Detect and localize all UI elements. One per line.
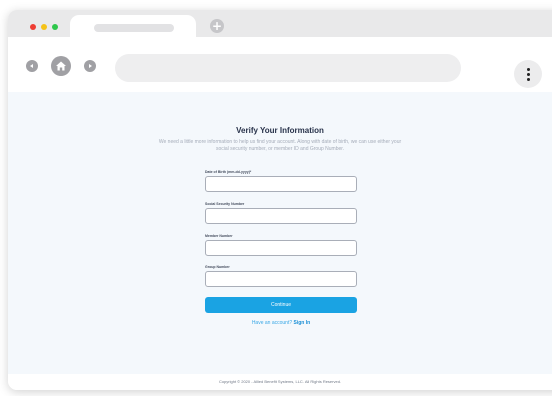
ssn-input[interactable] [205, 208, 357, 224]
close-window-button[interactable] [30, 24, 36, 30]
tab-strip: + [8, 10, 552, 42]
dob-label: Date of Birth (mm-dd-yyyy)* [205, 170, 252, 174]
browser-window: + Verify Your Information We need a litt… [8, 10, 552, 390]
page-title: Verify Your Information [236, 126, 324, 135]
page-content: Verify Your Information We need a little… [8, 92, 552, 374]
browser-toolbar [8, 37, 552, 92]
account-prompt-text: Have an account? [251, 320, 293, 326]
group-number-input[interactable] [205, 271, 357, 287]
arrow-left-icon[interactable] [26, 60, 38, 72]
tab-title-placeholder [94, 24, 174, 32]
plus-icon[interactable]: + [210, 19, 224, 33]
ssn-label: Social Security Number [205, 202, 245, 206]
footer-copyright: Copyright © 2020 - Allied Benefit System… [8, 374, 552, 390]
group-number-label: Group Number [205, 265, 230, 269]
maximize-window-button[interactable] [52, 24, 58, 30]
continue-button[interactable]: Continue [205, 297, 357, 313]
home-icon[interactable] [51, 56, 71, 76]
subtitle-line-1: We need a little more information to hel… [158, 139, 350, 145]
more-vertical-icon[interactable] [514, 60, 542, 88]
minimize-window-button[interactable] [41, 24, 47, 30]
arrow-right-icon[interactable] [84, 60, 96, 72]
member-number-label: Member Number [205, 234, 233, 238]
member-number-input[interactable] [205, 240, 357, 256]
signin-prompt: Have an account? Sign In [205, 320, 357, 326]
address-bar[interactable] [115, 54, 461, 82]
page-subtitle: We need a little more information to hel… [158, 139, 402, 153]
sign-in-link[interactable]: Sign In [294, 320, 311, 326]
dob-input[interactable] [205, 176, 357, 192]
